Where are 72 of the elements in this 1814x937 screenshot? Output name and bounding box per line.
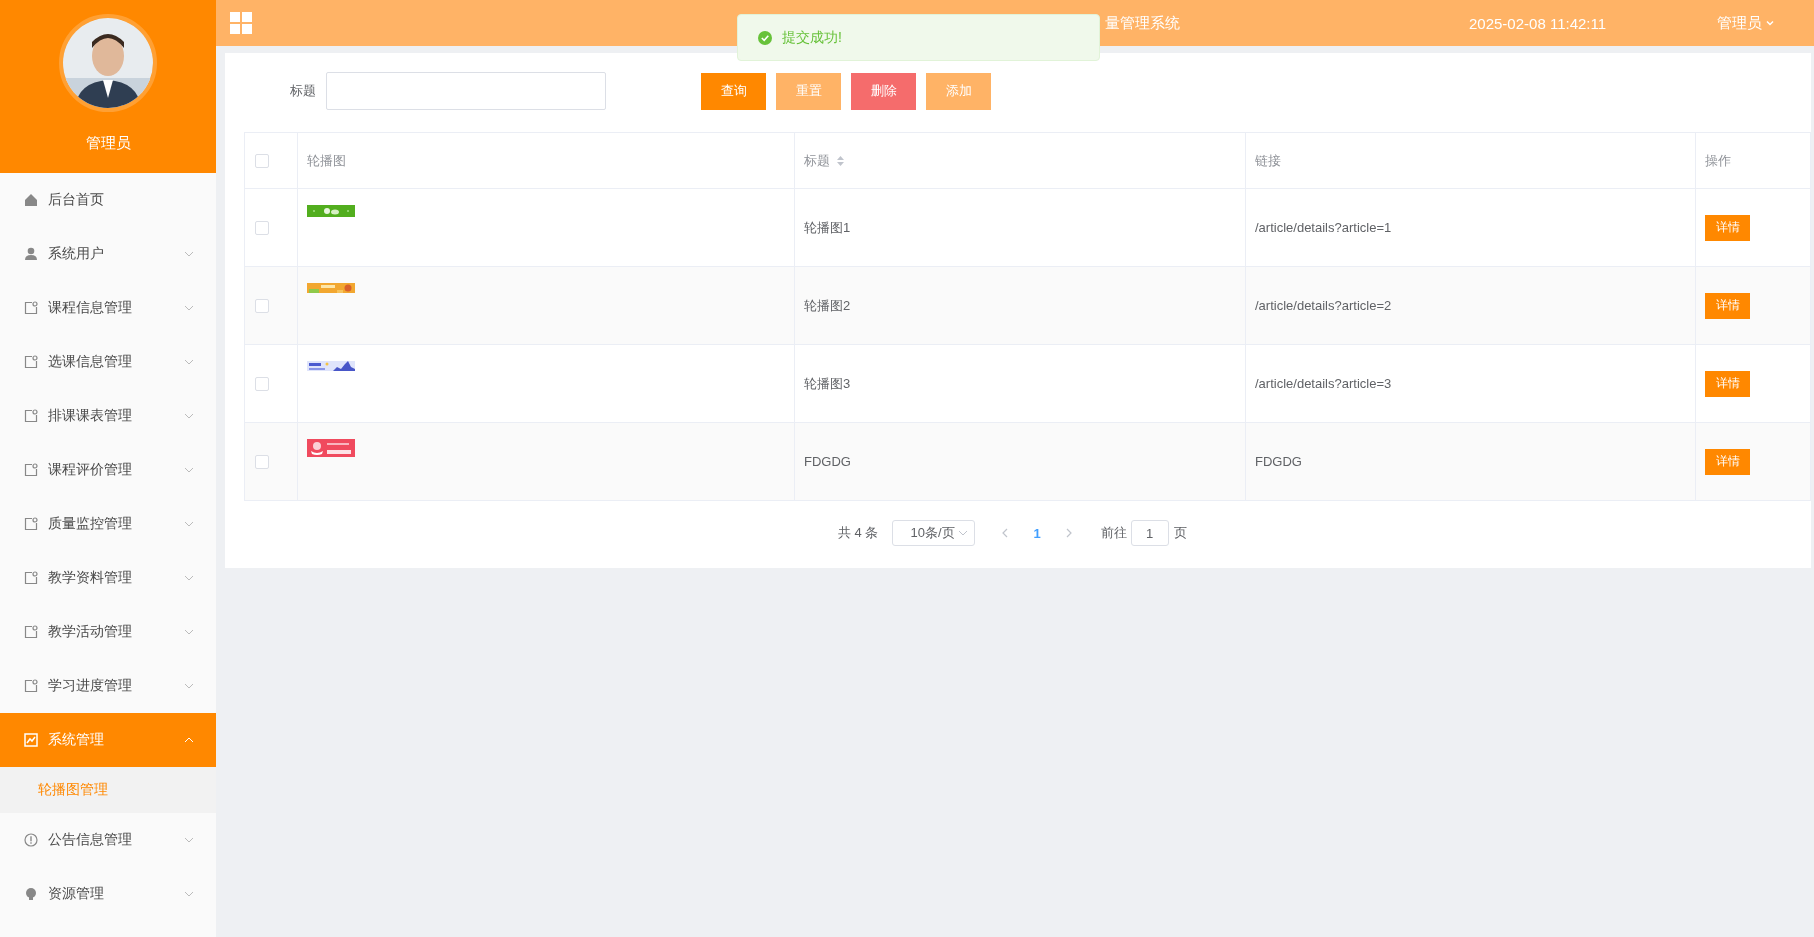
field-label: 标题 [290,82,316,100]
column-header: 标题 [804,152,830,168]
sidebar-item[interactable]: 教学活动管理 [0,605,216,659]
previous-page-icon [1001,528,1010,538]
sidebar-item[interactable]: 教学资料管理 [0,551,216,605]
chevron-down-icon [184,573,194,583]
chevron-down-icon [184,889,194,899]
chevron-down-icon [958,528,969,538]
user-icon [24,247,38,261]
chevron-down-icon [184,249,194,259]
page-size-select[interactable]: 10条/页 [892,520,976,546]
module-icon [24,571,38,585]
sidebar-item[interactable]: 质量监控管理 [0,497,216,551]
row-checkbox[interactable] [255,220,269,235]
chart-icon [24,733,38,747]
total-count: 共 4 条 [838,524,879,542]
row-checkbox[interactable] [255,298,269,313]
app-title: 量管理系统 [1105,13,1181,33]
sidebar-item[interactable]: 公告信息管理 [0,813,216,867]
toast-message: 提交成功! [782,28,842,47]
chevron-down-icon [184,303,194,313]
chevron-down-icon [184,835,194,845]
sort-icon [836,155,845,168]
info-icon [24,833,38,847]
table-cell: FDGDG [804,454,851,469]
chevron-down-icon [184,519,194,529]
select-all-checkbox[interactable] [255,153,269,168]
module-icon [24,463,38,477]
table-cell: FDGDG [1255,454,1302,469]
sidebar-item[interactable]: 资源管理 [0,867,216,921]
table-cell: 轮播图3 [804,375,851,391]
sidebar-item[interactable]: 后台首页 [0,173,216,227]
goto-label: 前往 [1100,524,1127,542]
home-icon [24,193,38,207]
menu-icon [230,12,252,34]
table-cell: /article/details?article=1 [1255,220,1392,235]
check-icon [758,30,772,45]
table-cell: 轮播图2 [804,297,851,313]
column-header: 链接 [1255,152,1281,168]
sidebar-item[interactable]: 课程评价管理 [0,443,216,497]
bulb-icon [24,887,38,901]
sidebar-item[interactable]: 选课信息管理 [0,335,216,389]
user-name: 管理员 [85,134,131,153]
column-header: 操作 [1705,152,1731,168]
page-input[interactable]: 1 [1130,520,1169,546]
chevron-down-icon [184,681,194,691]
module-icon [24,517,38,531]
module-icon [24,625,38,639]
chevron-down-icon [184,357,194,367]
module-icon [24,679,38,693]
chevron-down-icon [184,465,194,475]
sidebar-item[interactable]: 排课课表管理 [0,389,216,443]
sidebar-item[interactable]: 系统用户 [0,227,216,281]
module-icon [24,409,38,423]
row-checkbox[interactable] [255,376,269,391]
page-suffix: 页 [1173,524,1187,542]
module-icon [24,355,38,369]
table-cell: 轮播图1 [804,219,851,235]
row-checkbox[interactable] [255,454,269,469]
chevron-down-icon [184,627,194,637]
sidebar-item[interactable]: 课程信息管理 [0,281,216,335]
sidebar-item[interactable]: 学习进度管理 [0,659,216,713]
next-page-icon [1064,528,1073,538]
chevron-up-icon [184,735,194,745]
column-header: 轮播图 [307,152,346,168]
module-icon [24,301,38,315]
table-cell: /article/details?article=3 [1255,376,1392,391]
datetime: 2025-02-08 11:42:11 [1469,14,1607,32]
chevron-down-icon [184,411,194,421]
table-cell: /article/details?article=2 [1255,298,1392,313]
search-field[interactable] [326,72,606,110]
caret-icon [1766,19,1775,27]
